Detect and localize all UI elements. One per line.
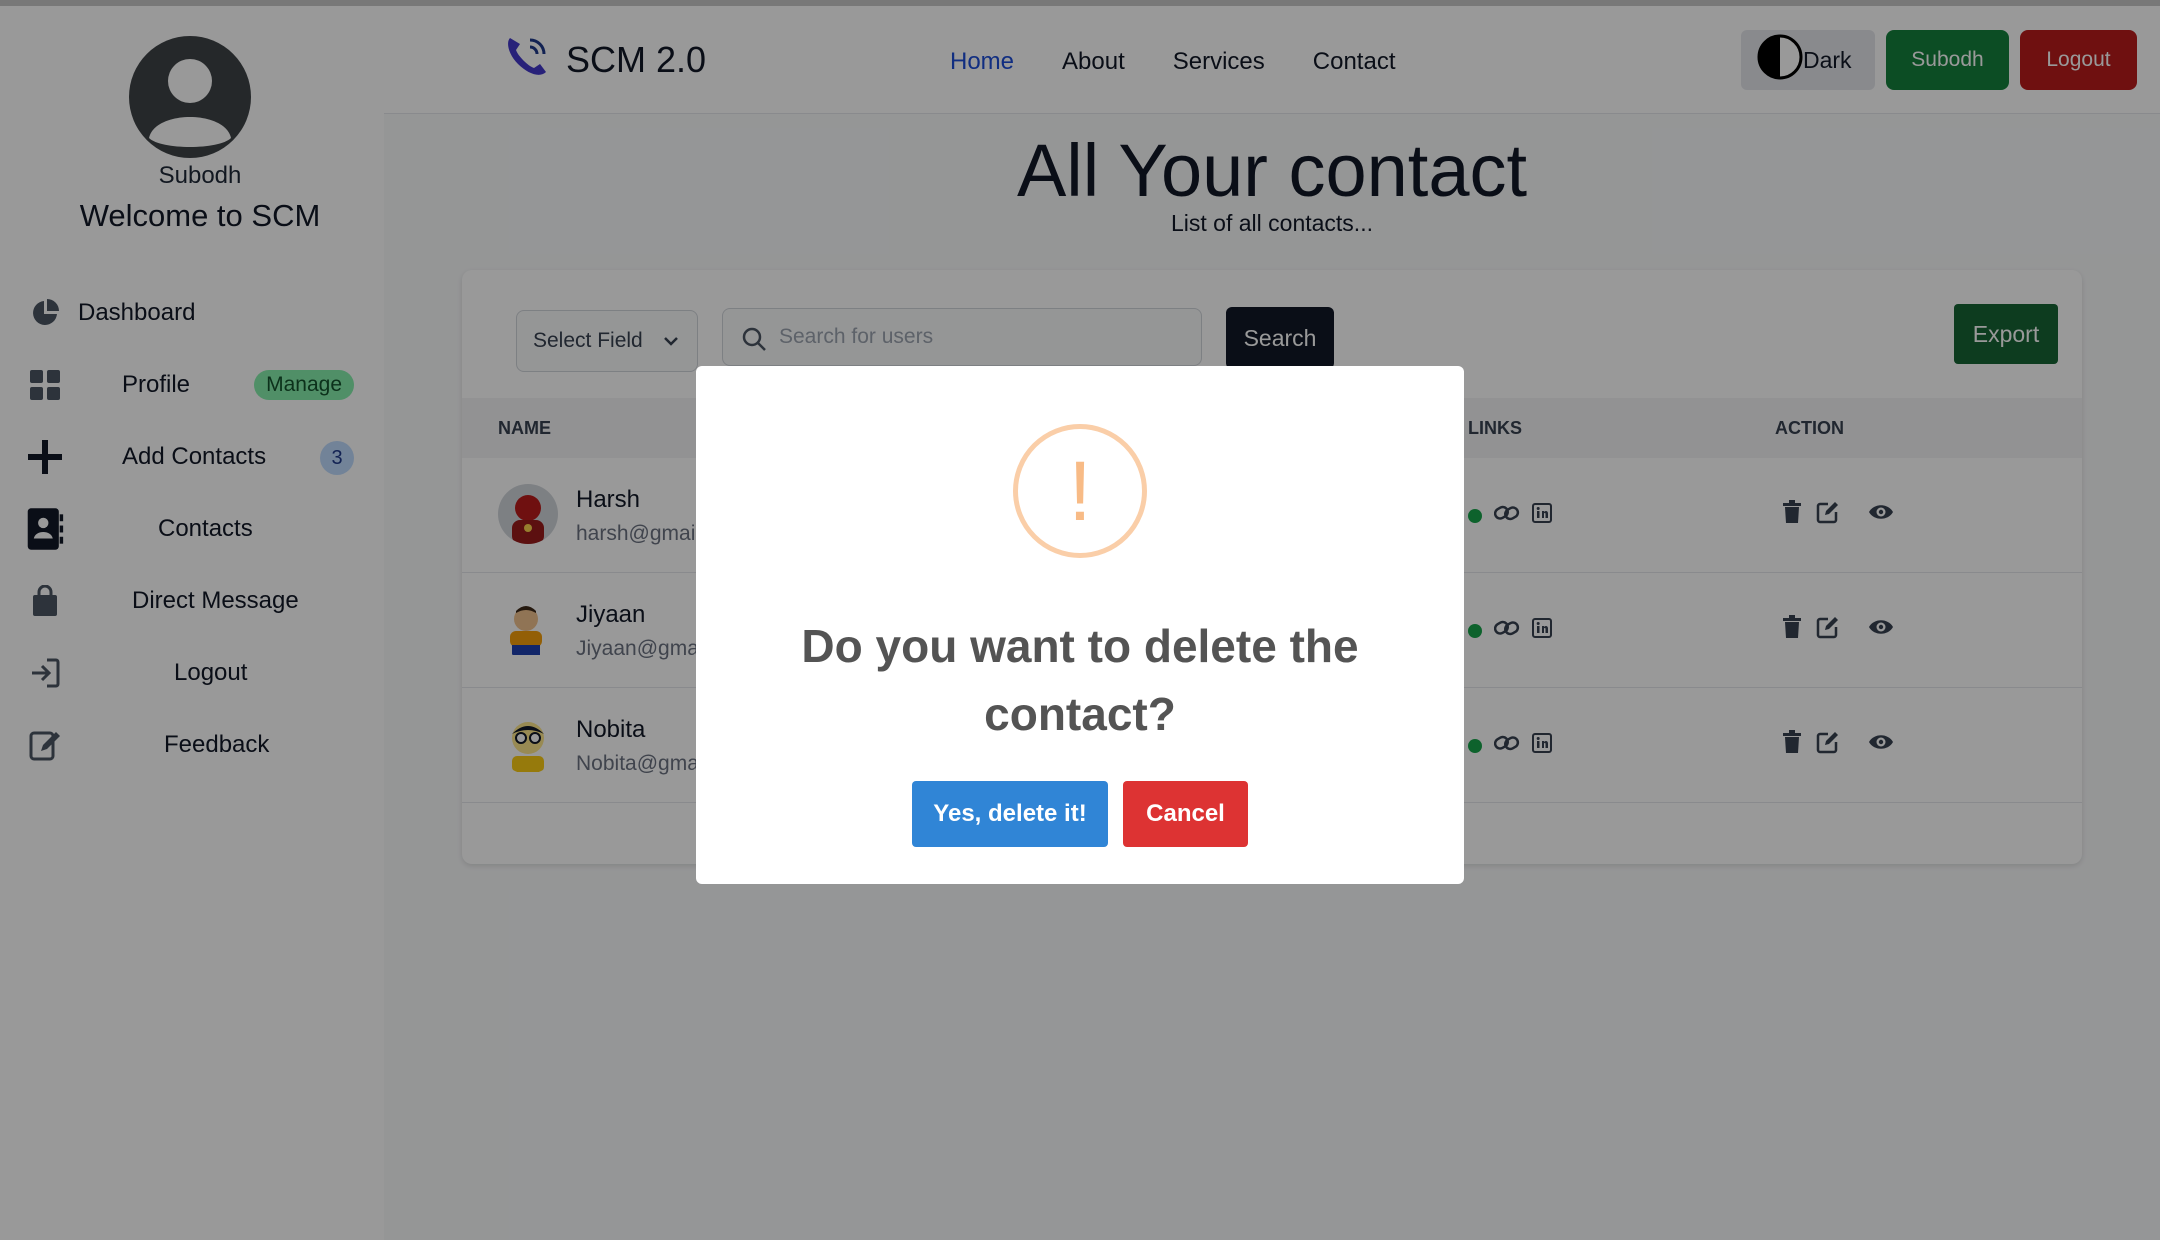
cancel-button[interactable]: Cancel (1123, 781, 1248, 847)
dialog-question: Do you want to delete the contact? (801, 620, 1359, 740)
confirm-delete-button[interactable]: Yes, delete it! (912, 781, 1108, 847)
delete-confirm-dialog: ! Do you want to delete the contact? Yes… (696, 366, 1464, 884)
warning-icon: ! (1013, 424, 1147, 558)
